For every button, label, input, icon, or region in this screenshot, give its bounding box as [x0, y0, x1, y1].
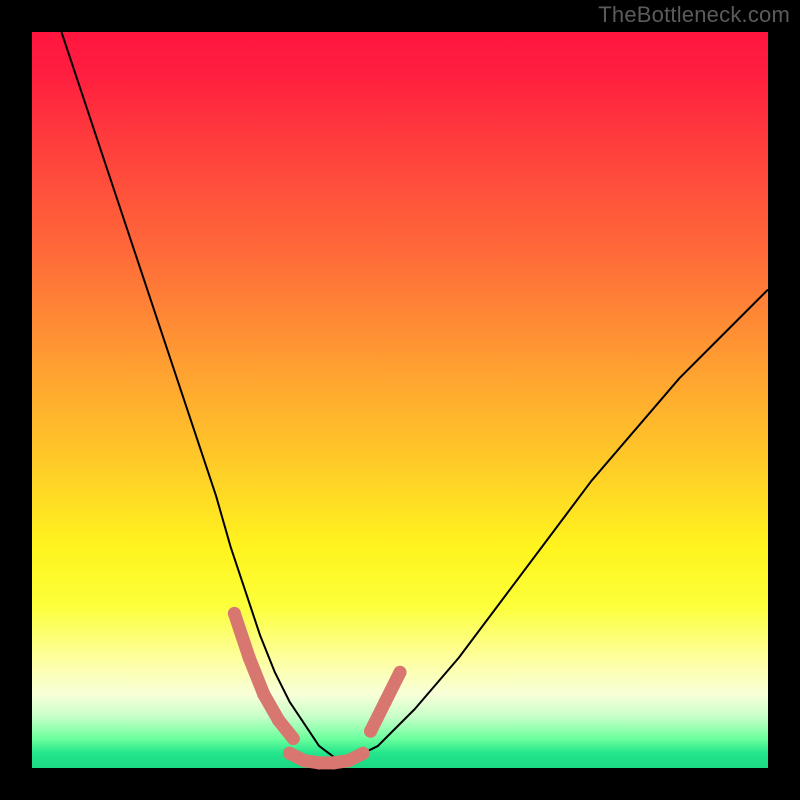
- watermark-text: TheBottleneck.com: [598, 2, 790, 28]
- chart-svg: [32, 32, 768, 768]
- left-salmon-segment-dot-2: [257, 688, 270, 701]
- bottom-salmon-segment-dot-3: [327, 756, 340, 769]
- left-salmon-segment-dot-1: [243, 651, 256, 664]
- right-salmon-segment-dot-0: [364, 725, 377, 738]
- bottleneck-curve: [61, 32, 768, 761]
- left-salmon-segment-bead-0: [234, 613, 249, 657]
- left-salmon-segment-dot-3: [272, 714, 285, 727]
- bottom-salmon-segment-dot-2: [313, 756, 326, 769]
- right-salmon-segment-dot-1: [379, 695, 392, 708]
- bottom-salmon-segment-dot-4: [342, 754, 355, 767]
- right-salmon-segment-dot-2: [394, 666, 407, 679]
- bottom-salmon-segment-dot-1: [298, 754, 311, 767]
- bottom-salmon-segment-dot-5: [357, 747, 370, 760]
- left-salmon-segment-dot-4: [287, 732, 300, 745]
- chart-frame: TheBottleneck.com: [0, 0, 800, 800]
- plot-area: [32, 32, 768, 768]
- left-salmon-segment-dot-0: [228, 607, 241, 620]
- bottom-salmon-segment-dot-0: [283, 747, 296, 760]
